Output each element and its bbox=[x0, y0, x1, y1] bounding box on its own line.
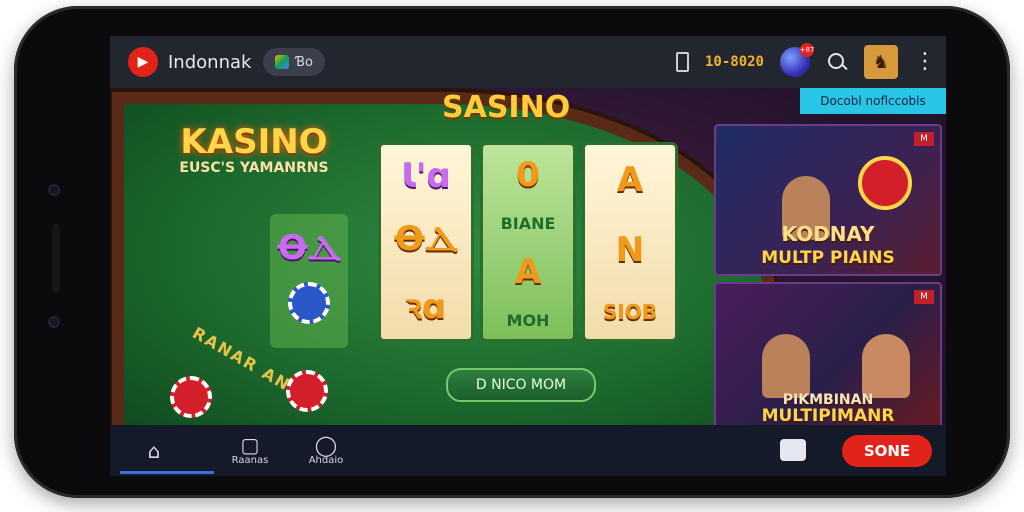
top-bar: ▶ Indonnak Ɓo 10-8020 +87 ♞ ⋮ bbox=[110, 36, 946, 88]
globe-icon[interactable]: +87 bbox=[780, 43, 814, 77]
card-badge: M bbox=[914, 132, 934, 146]
more-menu-icon[interactable]: ⋮ bbox=[914, 51, 936, 73]
card-subtitle: MULTIPIMANR bbox=[761, 406, 895, 426]
grid-icon: ▢ bbox=[240, 433, 260, 457]
side-symbol-card[interactable]: ꝊⲆ bbox=[270, 214, 348, 348]
reel-symbol: ꝊⲆ bbox=[393, 218, 459, 259]
phone-frame: ▶ Indonnak Ɓo 10-8020 +87 ♞ ⋮ RANAR ANN bbox=[14, 6, 1010, 498]
nav-item-3-label: Ahdaio bbox=[308, 455, 344, 466]
battery-icon bbox=[675, 52, 689, 72]
red-chip-icon[interactable] bbox=[170, 376, 212, 418]
nav-item-3[interactable]: ◯ Ahdaio bbox=[296, 425, 356, 476]
sasino-title: SASINO bbox=[442, 90, 571, 125]
card-title: KODNAY bbox=[781, 222, 875, 246]
nav-item-2-label: Raanas bbox=[231, 455, 269, 466]
promo-card-multiplayer[interactable]: M PIKMBINAN MULTIPIMANR bbox=[714, 282, 942, 434]
active-tab-indicator bbox=[120, 471, 214, 474]
card-subtitle: MULTP PIAINS bbox=[761, 248, 895, 268]
account-pill[interactable]: Ɓo bbox=[263, 48, 325, 76]
reel-symbol: A bbox=[514, 251, 542, 292]
avatar[interactable]: ♞ bbox=[864, 45, 898, 79]
notification-badge: +87 bbox=[800, 43, 814, 57]
reel-symbol: N bbox=[615, 230, 645, 270]
nav-home[interactable]: ⌂ bbox=[124, 425, 184, 476]
reel-symbol: SIOB bbox=[602, 300, 658, 324]
sensor-icon bbox=[48, 316, 60, 328]
spin-button[interactable]: D NICO MOM bbox=[446, 368, 596, 402]
reel-symbol: A bbox=[616, 160, 644, 200]
kasino-logo: KASINO EUSC'S YAMANRNS bbox=[154, 122, 354, 176]
camera-button-icon[interactable] bbox=[780, 439, 806, 461]
circle-icon: ◯ bbox=[314, 433, 338, 457]
nav-item-2[interactable]: ▢ Raanas bbox=[220, 425, 280, 476]
screen: ▶ Indonnak Ɓo 10-8020 +87 ♞ ⋮ RANAR ANN bbox=[110, 36, 946, 476]
promo-card-kodnay[interactable]: M KODNAY MULTP PIAINS bbox=[714, 124, 942, 276]
wallet-icon bbox=[275, 55, 290, 69]
camera-icon bbox=[48, 184, 60, 196]
top-right-controls: 10-8020 +87 ♞ ⋮ bbox=[675, 36, 936, 88]
brand-name: Indonnak bbox=[168, 51, 252, 73]
bottom-nav: ⌂ ▢ Raanas ◯ Ahdaio SONE bbox=[110, 425, 946, 476]
reel-1: Ɩ'ɑ ꝊⲆ ꝛɑ bbox=[378, 142, 474, 342]
speaker-grille bbox=[52, 224, 60, 292]
slot-reels[interactable]: Ɩ'ɑ ꝊⲆ ꝛɑ 0 BIANE A MOH A N SIOB bbox=[378, 142, 678, 342]
reel-3: A N SIOB bbox=[582, 142, 678, 342]
game-area: RANAR ANN KASINO EUSC'S YAMANRNS SASINO … bbox=[110, 88, 946, 434]
player-image bbox=[862, 334, 910, 398]
account-pill-label: Ɓo bbox=[295, 54, 313, 70]
reel-symbol: 0 bbox=[516, 154, 540, 195]
home-icon: ⌂ bbox=[147, 438, 161, 463]
balance-display: 10-8020 bbox=[704, 54, 764, 70]
reel-symbol: Ɩ'ɑ bbox=[401, 156, 451, 197]
reel-symbol: ꝛɑ bbox=[405, 286, 447, 327]
kasino-subtitle: EUSC'S YAMANRNS bbox=[179, 160, 329, 176]
blue-chip-icon bbox=[288, 282, 330, 324]
side-symbol: ꝊⲆ bbox=[276, 228, 342, 268]
card-badge: M bbox=[914, 290, 934, 304]
search-icon[interactable] bbox=[826, 51, 848, 73]
reel-symbol: MOH bbox=[506, 310, 550, 330]
brand-logo-icon[interactable]: ▶ bbox=[128, 47, 158, 77]
reel-symbol: BIANE bbox=[500, 213, 556, 233]
player-image bbox=[762, 334, 810, 398]
promo-tag[interactable]: Docobl noflccobls bbox=[800, 88, 946, 114]
done-button[interactable]: SONE bbox=[842, 435, 932, 467]
reel-2: 0 BIANE A MOH bbox=[480, 142, 576, 342]
kasino-title: KASINO bbox=[180, 122, 328, 162]
roulette-wheel-icon bbox=[858, 156, 912, 210]
red-chip-icon[interactable] bbox=[286, 370, 328, 412]
